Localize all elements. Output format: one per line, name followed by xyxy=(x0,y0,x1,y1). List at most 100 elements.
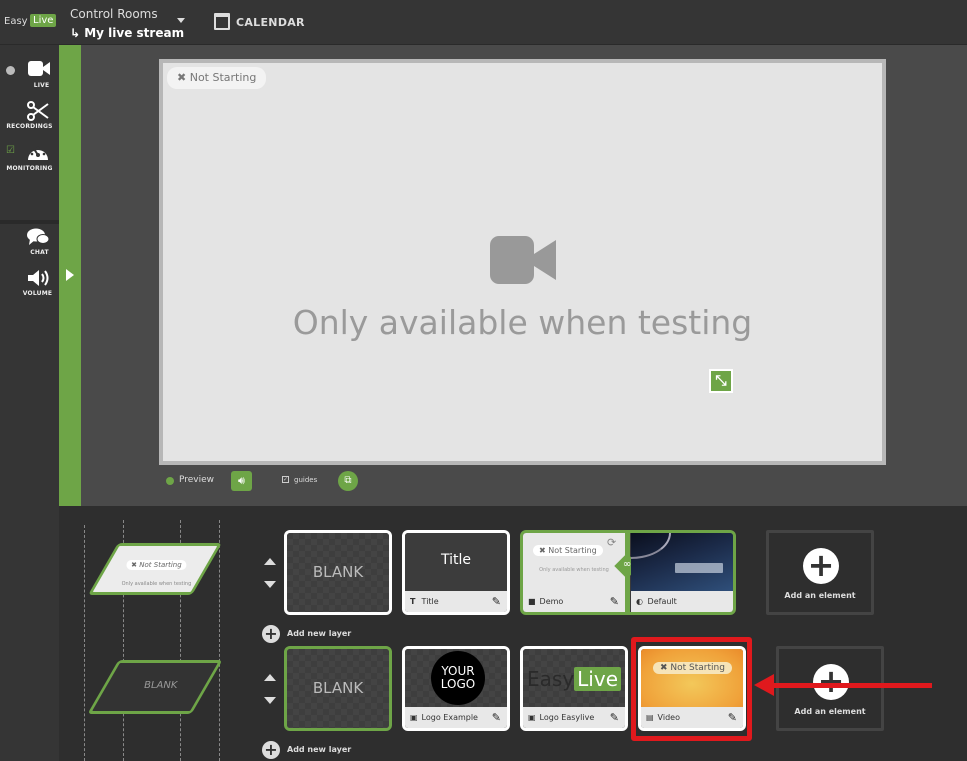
move-layer-down-button[interactable] xyxy=(264,697,276,704)
text-type-icon: T xyxy=(410,597,416,606)
guides-checkbox[interactable]: ✓ xyxy=(282,476,289,483)
highlight-arrow-head xyxy=(754,674,774,696)
chevron-right-icon[interactable] xyxy=(66,269,74,281)
tile-label: Title xyxy=(421,597,439,606)
calendar-icon[interactable] xyxy=(214,13,230,30)
volume-icon xyxy=(28,270,49,286)
move-layer-up-button[interactable] xyxy=(264,674,276,681)
move-layer-up-button[interactable] xyxy=(264,558,276,565)
shield-icon: ◐ xyxy=(636,597,643,606)
add-new-layer-label: Add new layer xyxy=(287,745,352,754)
fullscreen-button[interactable]: ⤡ xyxy=(709,369,733,393)
video-camera-icon xyxy=(28,61,50,76)
diagram-blank-label: BLANK xyxy=(144,680,178,691)
volume-button[interactable]: 🔊︎ xyxy=(231,471,252,491)
tile-label: Logo Easylive xyxy=(539,713,595,722)
chevron-down-icon[interactable] xyxy=(177,18,185,23)
logo-line2: LOGO xyxy=(440,677,476,691)
demo-status-text: Not Starting xyxy=(548,546,597,555)
logo-line1: YOUR xyxy=(441,664,475,678)
pencil-icon[interactable]: ✎ xyxy=(492,591,501,612)
plus-circle-icon: + xyxy=(262,625,280,643)
logo-placeholder: YOUR LOGO xyxy=(431,651,485,705)
nav-label-monitoring: MONITORING xyxy=(6,165,53,172)
logo-live-text: Live xyxy=(30,14,57,27)
return-arrow-icon: ↳ xyxy=(70,26,85,40)
add-element-button[interactable]: + Add an element xyxy=(766,530,874,615)
tile-footer: T Title ✎ xyxy=(405,591,507,612)
nav-item-monitoring[interactable]: MONITORING xyxy=(0,143,59,175)
preview-status-dot xyxy=(166,477,174,485)
nav-item-volume[interactable]: VOLUME xyxy=(0,269,59,299)
demo-status-badge: ✖ Not Starting xyxy=(533,545,603,556)
pencil-icon[interactable]: ✎ xyxy=(492,707,501,728)
element-tile-logo-easylive[interactable]: Easy Live ▣ Logo Easylive ✎ xyxy=(520,646,628,731)
app-root: Easy Live Control Rooms ↳ My live stream… xyxy=(0,0,967,761)
diagram-status-text: Not Starting xyxy=(139,561,182,569)
tile-default-preview xyxy=(631,533,733,591)
status-text: Not Starting xyxy=(189,71,257,84)
logo-easy-text: Easy xyxy=(4,16,28,27)
nav-item-recordings[interactable]: RECORDINGS xyxy=(0,101,59,133)
diagram-status-badge: ✖ Not Starting xyxy=(126,560,187,570)
logo-easy-text: Easy xyxy=(527,667,575,691)
tile-footer: ◐ Default xyxy=(631,591,733,612)
popout-icon: ⧉ xyxy=(344,475,352,486)
add-element-label: Add an element xyxy=(794,707,866,716)
move-layer-down-button[interactable] xyxy=(264,581,276,588)
easylive-logo-image: Easy Live xyxy=(527,667,621,691)
add-element-button[interactable]: + Add an element xyxy=(776,646,884,731)
plus-icon: + xyxy=(803,548,839,584)
control-rooms-label: Control Rooms xyxy=(70,7,158,21)
close-icon: ✖ xyxy=(177,71,187,84)
add-new-layer-label: Add new layer xyxy=(287,629,352,638)
image-icon: ▣ xyxy=(528,713,536,722)
calendar-link[interactable]: CALENDAR xyxy=(236,16,305,29)
top-bar: Easy Live Control Rooms ↳ My live stream… xyxy=(0,0,967,45)
element-tile-blank[interactable]: BLANK xyxy=(284,646,392,731)
video-camera-icon xyxy=(490,236,556,284)
tile-label: Default xyxy=(647,597,677,606)
preview-screen: ✖ Not Starting Only available when testi… xyxy=(159,59,886,465)
popout-button[interactable]: ⧉ xyxy=(338,471,358,491)
expand-icon: ⤡ xyxy=(711,371,731,391)
tile-footer: ■ Demo ✎ xyxy=(523,591,625,612)
guides-label: guides xyxy=(294,476,318,484)
tile-label: Demo xyxy=(539,597,564,606)
pencil-icon[interactable]: ✎ xyxy=(610,591,619,612)
nav-item-live[interactable]: LIVE xyxy=(0,57,59,93)
tile-label: Logo Example xyxy=(421,713,478,722)
pencil-icon[interactable]: ✎ xyxy=(610,707,619,728)
plus-circle-icon: + xyxy=(262,741,280,759)
refresh-icon[interactable]: ⟳ xyxy=(607,536,616,549)
demo-message: Only available when testing xyxy=(539,567,609,573)
video-camera-icon: ■ xyxy=(528,597,536,606)
element-tile-title[interactable]: Title T Title ✎ xyxy=(402,530,510,615)
tile-blank-text: BLANK xyxy=(312,679,364,697)
nav-item-chat[interactable]: CHAT xyxy=(0,228,59,258)
element-tile-logo-example[interactable]: YOUR LOGO ▣ Logo Example ✎ xyxy=(402,646,510,731)
plus-icon: + xyxy=(813,664,849,700)
tile-footer: ▣ Logo Example ✎ xyxy=(405,707,507,728)
highlight-box xyxy=(631,637,752,741)
easylive-logo[interactable]: Easy Live xyxy=(4,14,57,32)
planet-horizon xyxy=(631,533,671,559)
guide-line xyxy=(84,525,85,761)
default-caption-box xyxy=(675,563,723,573)
tile-footer: ▣ Logo Easylive ✎ xyxy=(523,707,625,728)
highlight-arrow-line xyxy=(772,683,932,688)
scissors-icon xyxy=(27,101,49,121)
element-tile-blank[interactable]: BLANK xyxy=(284,530,392,615)
status-badge: ✖ Not Starting xyxy=(167,67,267,89)
tile-title-preview: Title xyxy=(405,533,507,591)
tile-blank-text: BLANK xyxy=(312,563,364,581)
availability-message: Only available when testing xyxy=(292,303,753,342)
dashboard-gauge-icon xyxy=(28,146,48,160)
volume-icon: 🔊︎ xyxy=(238,474,245,487)
element-tile-demo-group[interactable]: ✖ Not Starting Only available when testi… xyxy=(520,530,736,615)
nav-label-recordings: RECORDINGS xyxy=(6,123,53,130)
stream-name: My live stream xyxy=(84,26,185,40)
stream-selector[interactable]: ↳ My live stream xyxy=(70,26,184,40)
nav-divider xyxy=(0,220,59,224)
tile-demo-preview: ✖ Not Starting Only available when testi… xyxy=(523,533,625,591)
